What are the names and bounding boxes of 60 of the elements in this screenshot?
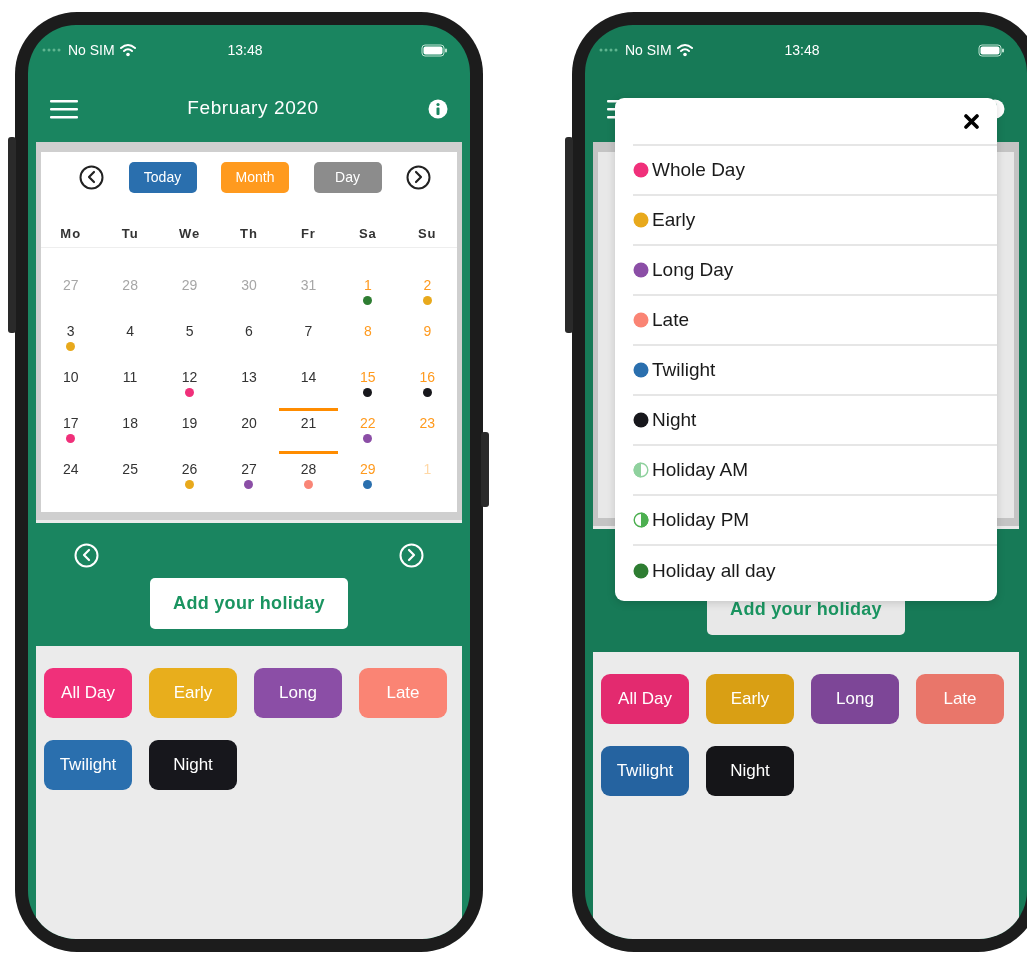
weekday-label: Fr: [299, 224, 317, 243]
weekday-label: Tu: [120, 224, 140, 243]
screen-title: February 2020: [187, 96, 319, 121]
weekday-label: We: [177, 224, 202, 243]
day-cell[interactable]: 5: [159, 316, 220, 362]
shift-button[interactable]: All Day: [601, 674, 689, 724]
popup-option[interactable]: Holiday PM: [652, 505, 750, 535]
popup-option[interactable]: Twilight: [652, 355, 716, 385]
shift-button[interactable]: Twilight: [601, 746, 689, 796]
weekday-label: Sa: [357, 224, 378, 243]
shift-button[interactable]: All Day: [44, 668, 132, 718]
status-time: 13:48: [227, 40, 263, 60]
popup-option[interactable]: Whole Day: [652, 155, 745, 185]
day-cell[interactable]: 26: [159, 454, 220, 500]
day-cell[interactable]: 4: [100, 316, 160, 362]
popup-option[interactable]: Early: [652, 205, 696, 235]
day-cell[interactable]: 12: [159, 362, 220, 408]
day-cell[interactable]: 28: [278, 454, 339, 500]
shift-button[interactable]: Night: [706, 746, 794, 796]
menu-icon[interactable]: [50, 98, 78, 119]
close-icon[interactable]: [964, 113, 979, 129]
shift-button[interactable]: Long: [811, 674, 899, 724]
popup-option[interactable]: Long Day: [652, 255, 734, 285]
day-cell[interactable]: 19: [159, 408, 220, 454]
carrier-label: No SIM: [68, 40, 115, 60]
status-time: 13:48: [784, 40, 820, 60]
day-cell[interactable]: 13: [219, 362, 279, 408]
day-cell[interactable]: 11: [100, 362, 160, 408]
day-cell[interactable]: 18: [100, 408, 160, 454]
day-cell[interactable]: 17: [41, 408, 101, 454]
popup-option[interactable]: Holiday all day: [652, 556, 776, 586]
carrier-label: No SIM: [625, 40, 672, 60]
day-cell[interactable]: 14: [278, 362, 339, 408]
shift-button[interactable]: Twilight: [44, 740, 132, 790]
day-cell[interactable]: 10: [41, 362, 101, 408]
day-cell[interactable]: 25: [100, 454, 160, 500]
shift-button[interactable]: Night: [149, 740, 237, 790]
wifi-icon: [118, 43, 137, 57]
info-icon[interactable]: [428, 98, 448, 119]
popup-option[interactable]: Night: [652, 405, 697, 435]
next-icon[interactable]: [406, 165, 431, 190]
weekday-label: Su: [416, 224, 438, 243]
weekday-label: Th: [239, 224, 259, 243]
day-cell[interactable]: 27: [219, 454, 279, 500]
battery-icon: [421, 43, 448, 57]
popup-option[interactable]: Late: [652, 305, 689, 335]
battery-icon: [978, 43, 1005, 57]
add-holiday-button[interactable]: Add your holiday: [150, 578, 348, 629]
popup-option[interactable]: Holiday AM: [652, 455, 749, 485]
day-cell[interactable]: 24: [41, 454, 101, 500]
day-cell[interactable]: 7: [278, 316, 339, 362]
view-button[interactable]: Today: [128, 162, 197, 193]
day-cell[interactable]: 20: [219, 408, 279, 454]
shift-button[interactable]: Long: [254, 668, 342, 718]
wifi-icon: [675, 43, 694, 57]
day-cell[interactable]: 6: [219, 316, 279, 362]
weekday-label: Mo: [59, 224, 83, 243]
day-cell[interactable]: 3: [41, 316, 101, 362]
previous-icon[interactable]: [79, 165, 104, 190]
day-cell[interactable]: 21: [278, 408, 339, 454]
